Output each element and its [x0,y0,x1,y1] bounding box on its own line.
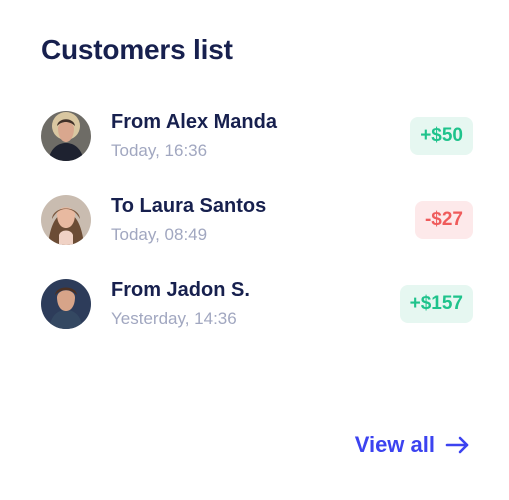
list-item[interactable]: From Jadon S. Yesterday, 14:36 +$157 [41,279,473,331]
transaction-time: Today, 08:49 [111,225,208,244]
amount-value: -$27 [424,209,463,230]
avatar [41,195,91,245]
list-item[interactable]: To Laura Santos Today, 08:49 -$27 [41,195,473,247]
transaction-title: To Laura Santos [111,195,267,217]
amount-value: +$50 [420,125,463,146]
transaction-title: From Alex Manda [111,111,277,133]
transaction-time: Today, 16:36 [111,141,208,160]
arrow-right-icon [445,436,471,454]
transaction-title: From Jadon S. [111,279,250,301]
transaction-time: Yesterday, 14:36 [111,309,237,328]
list-item[interactable]: From Alex Manda Today, 16:36 +$50 [41,111,473,163]
customers-list-card: Customers list From Alex Manda Today, 16… [0,0,509,500]
amount-value: +$157 [409,293,463,314]
view-all-button[interactable]: View all [355,432,471,458]
page-title: Customers list [41,34,233,65]
avatar [41,279,91,329]
amount-badge: +$50 [410,117,473,155]
avatar [41,111,91,161]
view-all-label: View all [354,432,435,457]
amount-badge: -$27 [414,201,473,239]
amount-badge: +$157 [399,285,473,323]
